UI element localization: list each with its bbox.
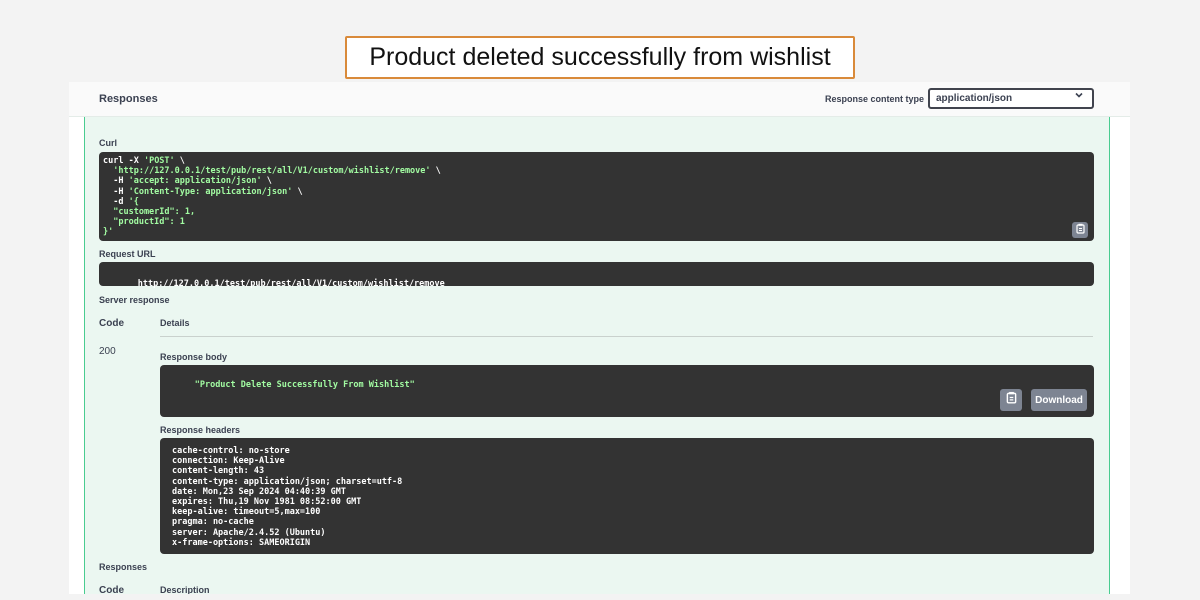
curl-line-post: \ [261, 176, 272, 187]
swagger-operation-panel: Responses Response content type applicat… [69, 82, 1130, 594]
response-header-line: pragma: no-cache [172, 517, 254, 528]
request-url-value: http://127.0.0.1/test/pub/rest/all/V1/cu… [137, 279, 445, 290]
curl-line-pre: -d [103, 196, 129, 207]
copy-body-button[interactable] [1000, 389, 1022, 411]
responses-title: Responses [99, 93, 158, 105]
responses-section-title: Responses [99, 562, 148, 572]
content-type-select[interactable]: application/json [928, 88, 1094, 109]
copy-curl-button[interactable] [1072, 222, 1088, 238]
curl-line-str: '{ [128, 196, 139, 207]
curl-line: }' [103, 227, 1090, 237]
curl-line: -d '{ [103, 197, 1090, 207]
curl-line-str: 'accept: application/json' [128, 176, 262, 187]
curl-label: Curl [99, 138, 117, 148]
clipboard-icon [1005, 391, 1018, 409]
curl-line-str: }' [103, 227, 114, 238]
curl-line: -H 'Content-Type: application/json' \ [103, 187, 1090, 197]
curl-line-pre: curl -X [103, 156, 144, 166]
curl-line-str: 'http://127.0.0.1/test/pub/rest/all/V1/c… [113, 166, 431, 177]
curl-line: curl -X 'POST' \ [103, 156, 1090, 166]
response-header-line: content-length: 43 [172, 466, 265, 477]
response-body-block[interactable]: "Product Delete Successfully From Wishli… [160, 365, 1094, 417]
server-response-label: Server response [99, 295, 170, 305]
response-header-line: connection: Keep-Alive [172, 456, 285, 467]
curl-code-block[interactable]: curl -X 'POST' \ 'http://127.0.0.1/test/… [99, 152, 1094, 241]
download-label: Download [1035, 394, 1083, 406]
clipboard-icon [1075, 221, 1086, 239]
response-code: 200 [99, 346, 116, 357]
response-header-line: content-type: application/json; charset=… [172, 476, 403, 487]
content-type-label: Response content type [825, 94, 925, 104]
responses-description-header: Description [160, 585, 210, 594]
responses-header: Responses Response content type applicat… [69, 82, 1130, 117]
code-column-header: Code [99, 318, 124, 329]
content-type-value: application/json [936, 93, 1013, 104]
details-column-header: Details [160, 318, 190, 328]
curl-line: "productId": 1 [103, 217, 1090, 227]
curl-line: 'http://127.0.0.1/test/pub/rest/all/V1/c… [103, 166, 1090, 176]
response-headers-label: Response headers [160, 425, 241, 435]
download-button[interactable]: Download [1031, 389, 1087, 411]
response-body-label: Response body [160, 352, 228, 362]
response-body-value: "Product Delete Successfully From Wishli… [194, 380, 415, 391]
response-header-line: expires: Thu,19 Nov 1981 08:52:00 GMT [172, 497, 362, 508]
curl-line: "customerId": 1, [103, 207, 1090, 217]
curl-line-post: \ [292, 186, 303, 197]
curl-line-str: "customerId": 1, [103, 207, 196, 218]
curl-line-str: 'Content-Type: application/json' [128, 186, 293, 197]
request-url-block[interactable]: http://127.0.0.1/test/pub/rest/all/V1/cu… [99, 262, 1094, 290]
response-header-line: date: Mon,23 Sep 2024 04:40:39 GMT [172, 486, 346, 497]
caption-text: Product deleted successfully from wishli… [369, 43, 831, 71]
curl-line-pre: -H [103, 186, 129, 197]
responses-code-header: Code [99, 585, 124, 594]
curl-line-post: \ [430, 166, 441, 177]
response-header-line: keep-alive: timeout=5,max=100 [172, 507, 321, 518]
curl-line-post: \ [174, 156, 185, 166]
curl-line-str: "productId": 1 [103, 217, 185, 228]
response-header-line: server: Apache/2.4.52 (Ubuntu) [172, 527, 326, 538]
caption-banner: Product deleted successfully from wishli… [345, 36, 855, 79]
response-header-line: cache-control: no-store [172, 446, 290, 456]
curl-line-pre: -H [103, 176, 129, 187]
response-header-line: x-frame-options: SAMEORIGIN [172, 537, 311, 548]
curl-line-str: 'POST' [143, 156, 175, 166]
chevron-down-icon [1074, 89, 1084, 106]
response-headers-block[interactable]: cache-control: no-store connection: Keep-… [160, 438, 1094, 554]
live-response-area: Curl curl -X 'POST' \ 'http://127.0.0.1/… [84, 117, 1110, 594]
curl-line: -H 'accept: application/json' \ [103, 176, 1090, 186]
request-url-label: Request URL [99, 249, 156, 259]
table-divider [160, 336, 1093, 337]
curl-line-pre [103, 166, 113, 176]
